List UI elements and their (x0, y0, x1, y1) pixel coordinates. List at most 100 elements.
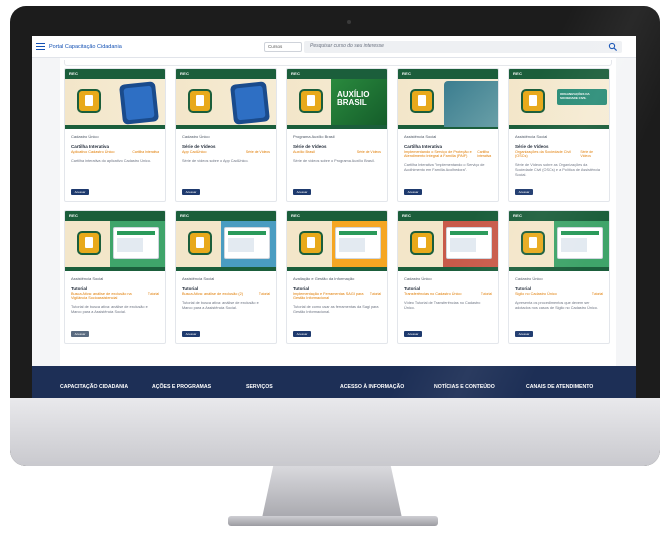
card-title[interactable]: Auxílio Brasil (293, 150, 315, 154)
rec-tag: REC (180, 71, 190, 76)
thumbnail-band-bottom (176, 125, 276, 129)
course-card[interactable]: REC Cadastro Único Série de Vídeos App C… (175, 68, 277, 202)
card-type: Série de Vídeos (515, 144, 549, 149)
card-title[interactable]: Busca Ativa: análise de exclusão na Vigi… (71, 292, 148, 300)
card-title[interactable]: Implementação e Ferramentas SAGI para Ge… (293, 292, 370, 300)
card-title[interactable]: Transferências no Cadastro Único (404, 292, 461, 296)
course-card[interactable]: REC Cadastro Único Tutorial Transferênci… (397, 210, 499, 344)
course-thumbnail[interactable]: REC (176, 211, 276, 271)
course-thumbnail[interactable]: REC (65, 211, 165, 271)
course-thumbnail[interactable]: REC (287, 211, 387, 271)
course-card[interactable]: REC ORGANIZAÇÕES DA SOCIEDADE CIVIL Assi… (508, 68, 610, 202)
access-button[interactable]: Acessar (182, 189, 200, 195)
rec-tag: REC (513, 71, 523, 76)
document-icon (410, 89, 434, 113)
card-type: Tutorial (293, 286, 310, 291)
card-format-badge: Série de Vídeos (245, 150, 270, 154)
course-thumbnail[interactable]: REC (176, 69, 276, 129)
screenshot-preview (113, 227, 159, 259)
card-title[interactable]: Organizações da Sociedade Civil (OSCs) (515, 150, 580, 158)
card-format-badge: Série de Vídeos (356, 150, 381, 154)
footer-link-noticias[interactable]: NOTÍCIAS E CONTEÚDO (434, 384, 495, 390)
search-filter-select[interactable]: Cursos (264, 42, 302, 52)
rec-tag: REC (513, 213, 523, 218)
course-card[interactable]: REC AUXÍLIO BRASIL Programa Auxílio Bras… (286, 68, 388, 202)
card-description: Série de vídeos sobre o App CadÚnico. (182, 159, 249, 163)
thumbnail-band (176, 211, 276, 221)
footer-link-servicos[interactable]: SERVIÇOS (246, 384, 273, 390)
document-icon (299, 89, 323, 113)
rec-tag: REC (180, 213, 190, 218)
card-title[interactable]: Implementando o Serviço de Proteção e At… (404, 150, 477, 158)
access-button[interactable]: Acessar (71, 331, 89, 337)
hamburger-menu-icon[interactable] (36, 43, 45, 50)
card-title[interactable]: Aplicativo Cadastro Único (71, 150, 114, 154)
access-button[interactable]: Acessar (293, 331, 311, 337)
access-button[interactable]: Acessar (293, 189, 311, 195)
rec-tag: REC (69, 213, 79, 218)
smartphone-icon (119, 81, 159, 125)
rec-tag: REC (291, 213, 301, 218)
screenshot-preview (446, 227, 492, 259)
access-button[interactable]: Acessar (515, 189, 533, 195)
card-type: Tutorial (71, 286, 88, 291)
document-icon (410, 231, 434, 255)
access-button[interactable]: Acessar (404, 189, 422, 195)
access-button[interactable]: Acessar (515, 331, 533, 337)
course-thumbnail[interactable]: REC (65, 69, 165, 129)
card-category: Cadastro Único (71, 134, 99, 139)
course-card[interactable]: REC Assistência Social Tutorial Busca At… (64, 210, 166, 344)
card-category: Cadastro Único (404, 276, 432, 281)
course-card[interactable]: REC Assistência Social Tutorial Busca At… (175, 210, 277, 344)
document-icon (77, 89, 101, 113)
portal-title[interactable]: Portal Capacitação Cidadania (49, 44, 122, 50)
footer-link-canais[interactable]: CANAIS DE ATENDIMENTO (526, 384, 593, 390)
card-format-badge: Cartilha Interativa (132, 150, 159, 154)
course-card[interactable]: REC Avaliação e Gestão da Informação Tut… (286, 210, 388, 344)
card-type: Tutorial (515, 286, 532, 291)
thumbnail-band (176, 69, 276, 79)
search-input[interactable]: Pesquisar curso do seu interesse (304, 41, 622, 53)
card-title[interactable]: Busca Ativa: análise de exclusão (2) (182, 292, 243, 296)
course-thumbnail[interactable]: REC (398, 211, 498, 271)
card-title[interactable]: Sigilo no Cadastro Único (515, 292, 557, 296)
course-card[interactable]: REC Cadastro Único Cartilha Interativa A… (64, 68, 166, 202)
course-card[interactable]: REC Cadastro Único Tutorial Sigilo no Ca… (508, 210, 610, 344)
card-description: Vídeo Tutorial de Transferências no Cada… (404, 301, 481, 310)
osc-banner: ORGANIZAÇÕES DA SOCIEDADE CIVIL (557, 89, 607, 105)
access-button[interactable]: Acessar (404, 331, 422, 337)
card-description: Tutorial de busca ativa: análise de excl… (71, 305, 148, 314)
card-type: Série de Vídeos (182, 144, 216, 149)
card-category: Cadastro Único (515, 276, 543, 281)
footer-link-acesso[interactable]: ACESSO À INFORMAÇÃO (340, 384, 404, 390)
screenshot-preview (335, 227, 381, 259)
rec-tag: REC (69, 71, 79, 76)
search-icon[interactable] (608, 42, 618, 52)
access-button[interactable]: Acessar (182, 331, 200, 337)
thumbnail-band-bottom (65, 125, 165, 129)
rec-tag: REC (291, 71, 301, 76)
thumbnail-band-bottom (509, 267, 609, 271)
smartphone-icon (230, 81, 270, 125)
thumbnail-band-bottom (398, 267, 498, 271)
course-thumbnail[interactable]: REC ORGANIZAÇÕES DA SOCIEDADE CIVIL (509, 69, 609, 129)
thumbnail-band (287, 69, 387, 79)
thumbnail-band-bottom (509, 125, 609, 129)
document-icon (521, 231, 545, 255)
card-title[interactable]: App CadÚnico (182, 150, 206, 154)
thumbnail-band (398, 69, 498, 79)
course-thumbnail[interactable]: REC (398, 69, 498, 129)
course-card[interactable]: REC Assistência Social Cartilha Interati… (397, 68, 499, 202)
thumbnail-band-bottom (65, 267, 165, 271)
footer-link-capacitacao[interactable]: CAPACITAÇÃO CIDADANIA (60, 384, 128, 390)
monitor-stand (262, 466, 402, 518)
card-category: Assistência Social (71, 276, 104, 281)
course-thumbnail[interactable]: REC AUXÍLIO BRASIL (287, 69, 387, 129)
course-thumbnail[interactable]: REC (509, 211, 609, 271)
search-placeholder: Pesquisar curso do seu interesse (310, 43, 384, 49)
footer-link-acoes[interactable]: AÇÕES E PROGRAMAS (152, 384, 211, 390)
course-card-grid: REC Cadastro Único Cartilha Interativa A… (64, 68, 614, 344)
access-button[interactable]: Acessar (71, 189, 89, 195)
card-category: Assistência Social (182, 276, 215, 281)
card-format-badge: Tutorial (591, 292, 603, 296)
